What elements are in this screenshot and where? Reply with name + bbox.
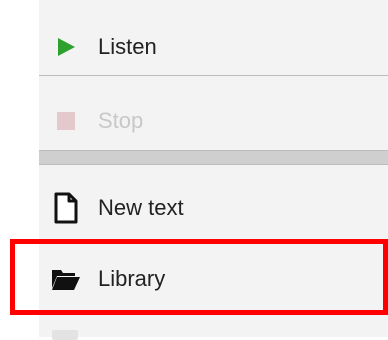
- stop-icon: [51, 106, 81, 136]
- menu-item-new-text[interactable]: New text: [39, 172, 388, 244]
- menu-item-label: Listen: [98, 34, 157, 59]
- menu-item-stop: Stop: [39, 85, 388, 157]
- partial-icon: [52, 330, 78, 340]
- menu-section-separator: [39, 150, 388, 165]
- menu-divider: [39, 75, 388, 76]
- menu-item-label: Library: [98, 266, 166, 291]
- menu-item-label: Stop: [98, 108, 144, 133]
- menu-item-listen[interactable]: Listen: [39, 11, 388, 83]
- menu-item-library[interactable]: Library: [39, 243, 388, 315]
- play-icon: [51, 32, 81, 62]
- menu-item-label: New text: [98, 195, 184, 220]
- menu-divider: [39, 239, 388, 240]
- menu-divider: [39, 313, 388, 314]
- folder-open-icon: [51, 264, 81, 294]
- menu-item-partial: [39, 320, 388, 340]
- new-document-icon: [51, 192, 81, 224]
